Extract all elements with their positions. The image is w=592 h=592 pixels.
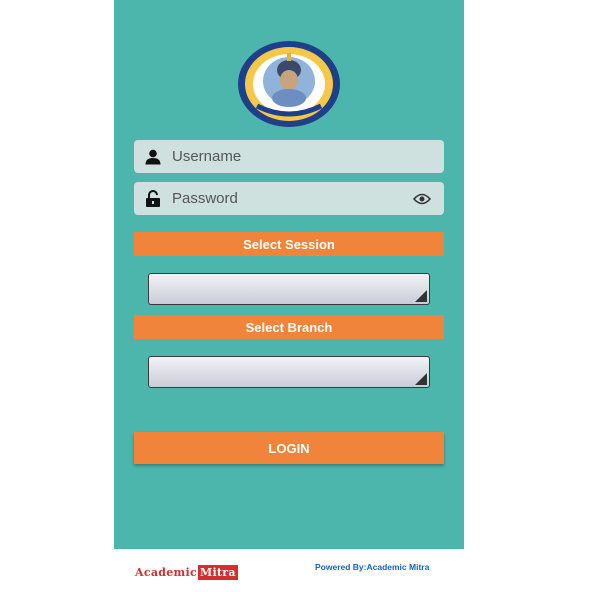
brand-part2: Mitra (197, 565, 238, 580)
session-dropdown[interactable] (148, 273, 430, 305)
branch-label: Select Branch (134, 315, 444, 339)
login-screen: Select Session Select Branch LOGIN (114, 0, 464, 549)
brand-part1: Academic (135, 566, 197, 579)
password-input[interactable] (172, 190, 412, 207)
branch-dropdown[interactable] (148, 356, 430, 388)
dropdown-corner-icon (415, 290, 427, 302)
session-label: Select Session (134, 232, 444, 256)
college-logo (237, 40, 341, 128)
user-icon (145, 149, 161, 165)
eye-icon[interactable] (412, 189, 432, 209)
lock-icon (145, 190, 161, 207)
username-field[interactable] (134, 140, 444, 173)
powered-by-text: Powered By:Academic Mitra (315, 562, 430, 572)
dropdown-corner-icon (415, 373, 427, 385)
username-input[interactable] (172, 148, 444, 165)
academic-mitra-logo: Academic Mitra (135, 565, 238, 580)
login-button[interactable]: LOGIN (134, 432, 444, 464)
password-field[interactable] (134, 182, 444, 215)
footer: Academic Mitra Powered By:Academic Mitra (114, 549, 464, 592)
